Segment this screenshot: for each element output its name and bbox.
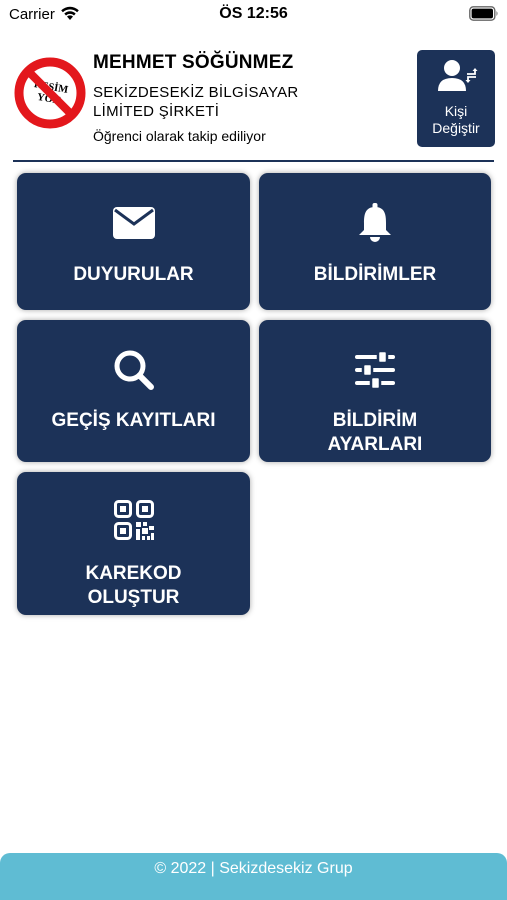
tracking-status: Öğrenci olarak takip ediliyor <box>93 128 266 144</box>
switch-person-button[interactable]: Kişi Değiştir <box>417 50 495 147</box>
qr-create-tile[interactable]: KAREKOD OLUŞTUR <box>17 472 250 615</box>
switch-person-label: Kişi Değiştir <box>417 103 495 137</box>
notification-settings-tile[interactable]: BİLDİRİM AYARLARI <box>259 320 491 462</box>
bell-icon <box>259 203 491 243</box>
footer: © 2022 | Sekizdesekiz Grup <box>0 853 507 900</box>
header-divider <box>13 160 494 162</box>
notification-settings-line-2: AYARLARI <box>327 434 423 455</box>
company-name: SEKİZDESEKİZ BİLGİSAYAR LİMİTED ŞİRKETİ <box>93 83 333 121</box>
switch-label-line-2: Değiştir <box>432 120 480 136</box>
battery-icon <box>469 6 499 21</box>
sliders-icon <box>259 351 491 389</box>
qr-create-line-2: OLUŞTUR <box>87 587 180 608</box>
company-line-2: LİMİTED ŞİRKETİ <box>93 103 220 120</box>
no-photo-icon: RESİM YOK <box>14 57 86 129</box>
company-line-1: SEKİZDESEKİZ BİLGİSAYAR <box>93 84 299 101</box>
avatar: RESİM YOK <box>14 57 86 129</box>
status-bar: Carrier ÖS 12:56 <box>0 0 507 28</box>
notifications-tile[interactable]: BİLDİRİMLER <box>259 173 491 310</box>
envelope-icon <box>17 207 250 239</box>
user-name: MEHMET SÖĞÜNMEZ <box>93 52 294 73</box>
access-logs-label: GEÇİŞ KAYITLARI <box>51 410 216 431</box>
access-logs-tile[interactable]: GEÇİŞ KAYITLARI <box>17 320 250 462</box>
notification-settings-label: BİLDİRİM AYARLARI <box>259 409 491 457</box>
announcements-label: DUYURULAR <box>73 264 194 285</box>
notification-settings-line-1: BİLDİRİM <box>332 410 418 431</box>
notifications-label: BİLDİRİMLER <box>313 264 437 285</box>
copyright-text: © 2022 | Sekizdesekiz Grup <box>154 860 353 877</box>
qr-code-icon <box>17 500 250 540</box>
qr-create-label: KAREKOD OLUŞTUR <box>17 562 250 610</box>
user-switch-icon <box>435 58 479 94</box>
clock: ÖS 12:56 <box>219 5 288 22</box>
switch-label-line-1: Kişi <box>444 103 468 119</box>
search-icon <box>17 349 250 391</box>
qr-create-line-1: KAREKOD <box>85 563 182 584</box>
announcements-tile[interactable]: DUYURULAR <box>17 173 250 310</box>
